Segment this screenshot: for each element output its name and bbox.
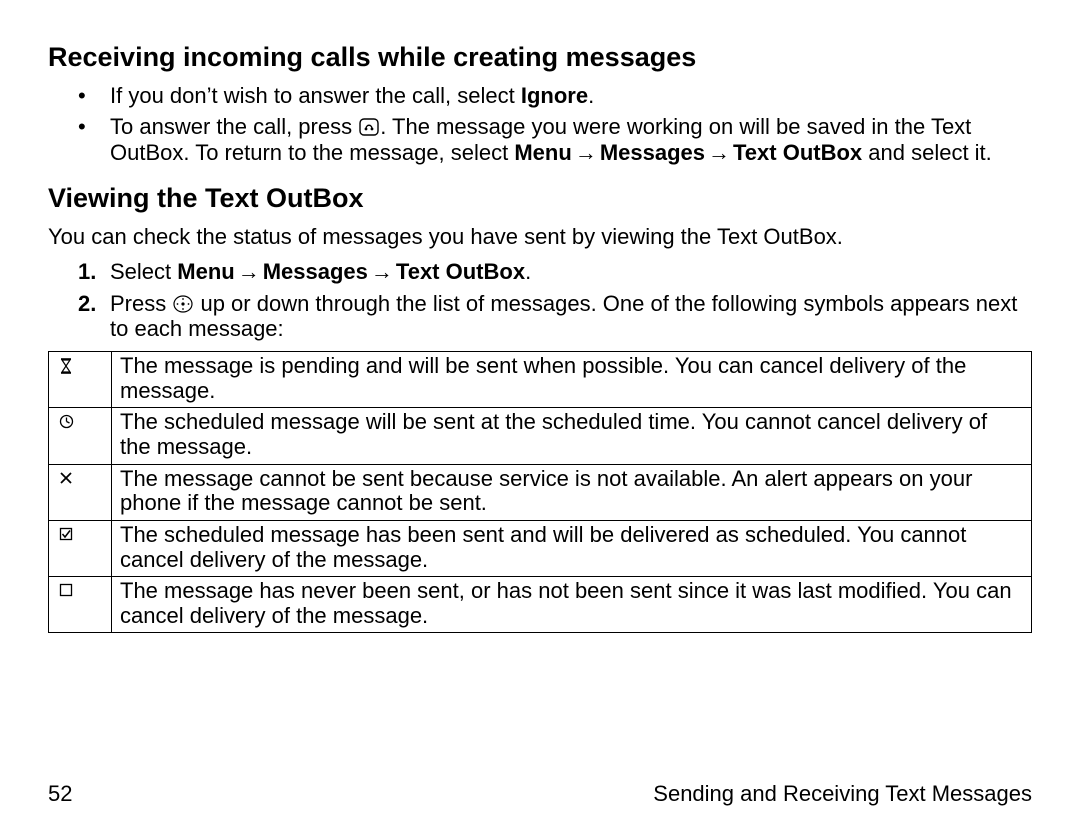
clock-icon: [59, 414, 74, 429]
text: If you don’t wish to answer the call, se…: [110, 83, 521, 108]
symbol-cell: [49, 464, 112, 520]
symbol-cell: [49, 352, 112, 408]
text: Press: [110, 291, 172, 316]
text: To answer the call, press: [110, 114, 358, 139]
table-row: The message has never been sent, or has …: [49, 577, 1032, 633]
text: and select it.: [862, 140, 992, 165]
text: .: [588, 83, 594, 108]
paragraph: You can check the status of messages you…: [48, 224, 1032, 249]
hourglass-icon: [59, 358, 73, 374]
page-number: 52: [48, 781, 72, 806]
symbol-description: The message is pending and will be sent …: [112, 352, 1032, 408]
symbol-description: The message has never been sent, or has …: [112, 577, 1032, 633]
section-heading: Viewing the Text OutBox: [48, 183, 1032, 214]
symbol-cell: [49, 577, 112, 633]
list-item: To answer the call, press . The message …: [78, 114, 1032, 165]
ui-label: Ignore: [521, 83, 588, 108]
page-footer: 52 Sending and Receiving Text Messages: [48, 781, 1032, 806]
table-row: The scheduled message will be sent at th…: [49, 408, 1032, 464]
numbered-list: Select Menu→Messages→Text OutBox. Press …: [48, 259, 1032, 341]
symbol-description: The scheduled message will be sent at th…: [112, 408, 1032, 464]
text: up or down through the list of messages.…: [110, 291, 1017, 341]
text: Select: [110, 259, 177, 284]
chapter-title: Sending and Receiving Text Messages: [653, 781, 1032, 806]
nav-key-icon: [172, 294, 194, 314]
empty-box-icon: [59, 583, 73, 597]
symbol-cell: [49, 520, 112, 576]
menu-path: Menu→Messages→Text OutBox: [514, 140, 862, 165]
symbol-description: The scheduled message has been sent and …: [112, 520, 1032, 576]
table-row: The scheduled message has been sent and …: [49, 520, 1032, 576]
table-row: The message cannot be sent because servi…: [49, 464, 1032, 520]
text: .: [525, 259, 531, 284]
symbol-cell: [49, 408, 112, 464]
menu-path: Menu→Messages→Text OutBox: [177, 259, 525, 284]
checked-box-icon: [59, 527, 73, 541]
section-heading: Receiving incoming calls while creating …: [48, 42, 1032, 73]
symbol-table: The message is pending and will be sent …: [48, 351, 1032, 633]
bullet-list: If you don’t wish to answer the call, se…: [48, 83, 1032, 165]
list-item: If you don’t wish to answer the call, se…: [78, 83, 1032, 108]
send-key-icon: [358, 117, 380, 137]
table-row: The message is pending and will be sent …: [49, 352, 1032, 408]
symbol-description: The message cannot be sent because servi…: [112, 464, 1032, 520]
list-item: Select Menu→Messages→Text OutBox.: [78, 259, 1032, 284]
x-icon: [59, 471, 73, 485]
list-item: Press up or down through the list of mes…: [78, 291, 1032, 342]
